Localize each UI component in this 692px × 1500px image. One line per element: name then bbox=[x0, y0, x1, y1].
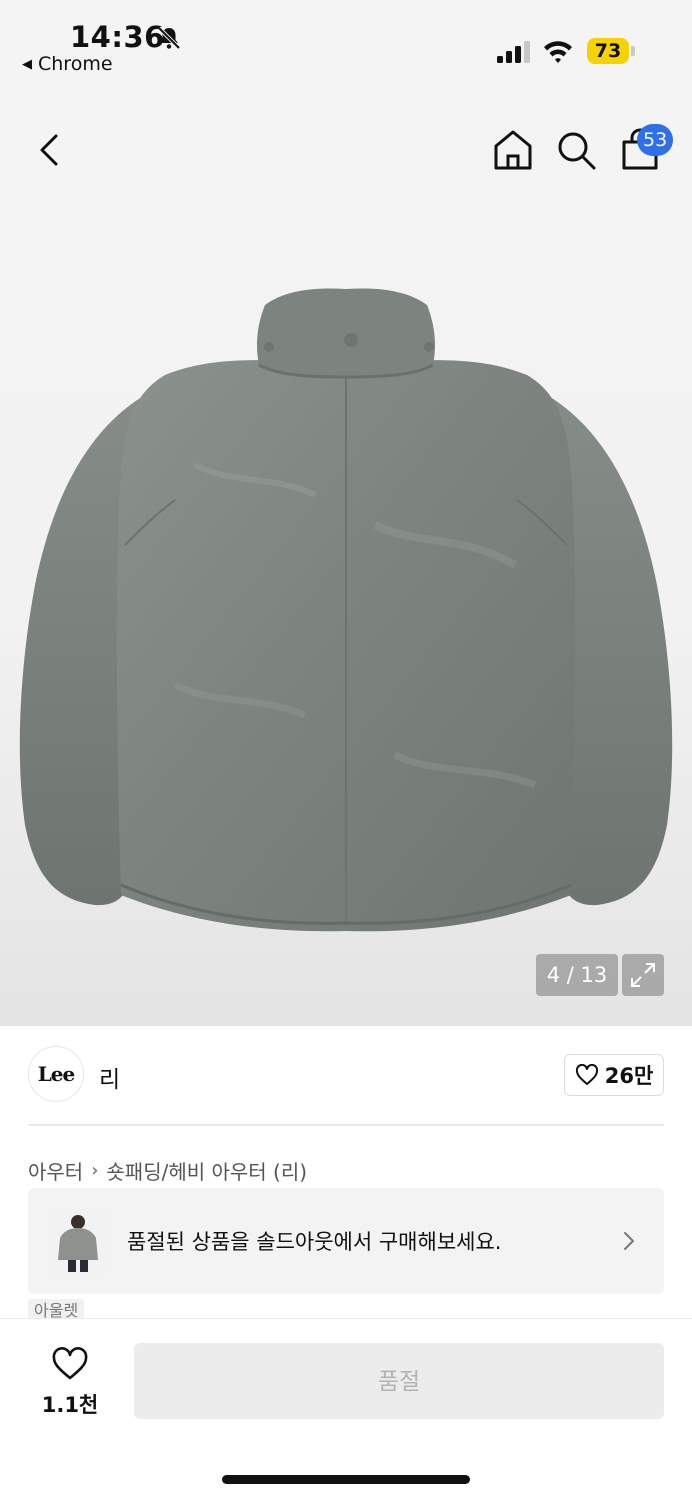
wishlist-button[interactable]: 1.1천 bbox=[30, 1347, 110, 1419]
breadcrumb: 아우터 › 숏패딩/헤비 아우터 (리) bbox=[28, 1156, 307, 1185]
brand-name[interactable]: 리 bbox=[99, 1060, 120, 1094]
image-counter: 4 / 13 bbox=[536, 954, 618, 996]
soldout-banner[interactable]: 품절된 상품을 솔드아웃에서 구매해보세요. bbox=[28, 1188, 664, 1294]
back-triangle-icon: ◀ bbox=[22, 56, 32, 72]
heart-icon bbox=[575, 1064, 598, 1085]
battery-icon: 73 bbox=[587, 38, 635, 64]
battery-level: 73 bbox=[587, 38, 629, 64]
signal-icon bbox=[497, 41, 530, 63]
bottom-action-bar: 1.1천 품절 bbox=[0, 1318, 692, 1500]
home-indicator bbox=[222, 1475, 470, 1484]
heart-icon bbox=[52, 1347, 88, 1380]
wishlist-count: 1.1천 bbox=[41, 1393, 99, 1417]
product-image[interactable] bbox=[15, 285, 677, 935]
soldout-buy-button[interactable]: 품절 bbox=[134, 1343, 664, 1419]
brand-logo[interactable]: Lee bbox=[28, 1046, 84, 1102]
product-gallery[interactable]: 14:36 ◀ Chrome 73 53 4 / 13 bbox=[0, 0, 692, 1026]
soldout-banner-text: 품절된 상품을 솔드아웃에서 구매해보세요. bbox=[127, 1230, 502, 1254]
brand-logo-text: Lee bbox=[37, 1062, 76, 1086]
status-bar: 14:36 ◀ Chrome 73 bbox=[0, 0, 692, 90]
search-icon[interactable] bbox=[554, 128, 598, 172]
wifi-icon bbox=[544, 41, 572, 63]
chevron-left-icon[interactable] bbox=[30, 128, 70, 172]
product-thumbnail bbox=[50, 1208, 106, 1274]
expand-icon bbox=[631, 963, 655, 987]
status-time: 14:36 bbox=[70, 20, 165, 54]
home-icon[interactable] bbox=[492, 128, 534, 172]
divider bbox=[28, 1124, 664, 1126]
battery-cap bbox=[631, 46, 635, 56]
breadcrumb-category[interactable]: 아우터 bbox=[28, 1156, 83, 1185]
expand-button[interactable] bbox=[622, 954, 664, 996]
brand-like-button[interactable]: 26만 bbox=[564, 1054, 664, 1096]
chevron-right-icon: › bbox=[91, 1160, 99, 1181]
bell-muted-icon bbox=[157, 26, 181, 50]
back-to-app-link[interactable]: ◀ Chrome bbox=[22, 53, 113, 75]
chevron-right-icon bbox=[624, 1232, 634, 1250]
cart-count-badge: 53 bbox=[637, 124, 674, 156]
back-app-label: Chrome bbox=[38, 53, 113, 75]
breadcrumb-subcategory[interactable]: 숏패딩/헤비 아우터 (리) bbox=[106, 1156, 307, 1185]
brand-like-count: 26만 bbox=[604, 1064, 654, 1088]
